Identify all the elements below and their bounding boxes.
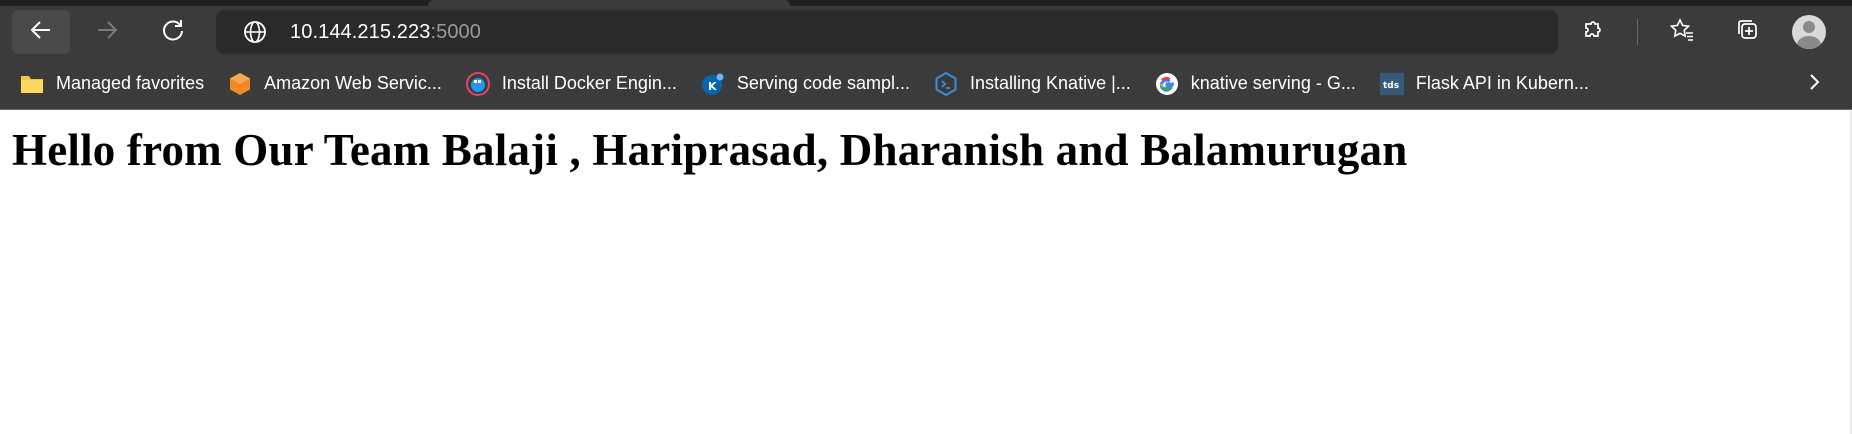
bookmarks-bar: Managed favorites Amazon Web Servic... I… [0,58,1852,109]
address-url[interactable]: 10.144.215.223:5000 [290,21,481,44]
bookmarks-more-button[interactable] [1802,70,1826,99]
bookmark-label: Install Docker Engin... [501,73,677,93]
arrow-left-icon [28,17,54,48]
bookmark-label: Managed favorites [56,73,205,93]
bookmark-managed-favorites[interactable]: Managed favorites [20,66,204,102]
toolbar-divider [1637,19,1638,45]
bookmark-label: Flask API in Kubern... [1415,73,1589,93]
arrow-right-icon [94,17,120,48]
folder-icon [20,72,44,96]
svg-text:K: K [708,80,717,93]
browser-chrome: 10.144.215.223:5000 Managed favorites Am… [0,0,1852,109]
google-icon [1155,72,1179,96]
bookmark-docker[interactable]: Install Docker Engin... [465,66,677,102]
bookmark-label: Installing Knative |... [970,73,1131,93]
reload-icon [160,17,186,48]
address-bar[interactable]: 10.144.215.223:5000 [216,10,1558,54]
bookmark-aws[interactable]: Amazon Web Servic... [228,66,442,102]
address-port: :5000 [430,20,481,43]
browser-toolbar: 10.144.215.223:5000 [0,6,1852,58]
globe-icon [242,19,268,45]
bookmark-label: Amazon Web Servic... [264,73,442,93]
knative-icon: K [701,72,725,96]
aws-icon [228,72,252,96]
address-host: 10.144.215.223 [290,20,431,43]
bookmark-installing-knative[interactable]: Installing Knative |... [934,66,1131,102]
collections-button[interactable] [1726,10,1770,54]
docker-icon [465,71,490,96]
star-list-icon [1669,17,1695,48]
extensions-button[interactable] [1571,10,1615,54]
forward-button[interactable] [78,10,136,54]
collections-icon [1735,17,1761,48]
chevron-right-icon [1802,74,1826,98]
bookmark-label: Serving code sampl... [736,73,910,93]
back-button[interactable] [12,10,70,54]
page-content: Hello from Our Team Balaji , Hariprasad,… [0,110,1852,190]
terminal-icon [934,71,958,96]
favorites-button[interactable] [1660,10,1704,54]
tds-icon-text: tds [1383,81,1399,91]
bookmark-label: knative serving - G... [1190,73,1356,93]
toolbar-actions [1571,6,1852,58]
bookmark-knative-samples[interactable]: K Serving code sampl... [701,66,910,102]
puzzle-icon [1580,17,1606,48]
tds-icon: tds [1379,72,1404,96]
avatar-head [1803,21,1815,33]
avatar-body [1797,36,1821,49]
page-heading: Hello from Our Team Balaji , Hariprasad,… [12,125,1408,175]
bookmark-google-search[interactable]: knative serving - G... [1155,66,1356,102]
bookmark-flask-api[interactable]: tds Flask API in Kubern... [1379,66,1589,102]
reload-button[interactable] [144,10,202,54]
profile-avatar[interactable] [1792,15,1826,49]
